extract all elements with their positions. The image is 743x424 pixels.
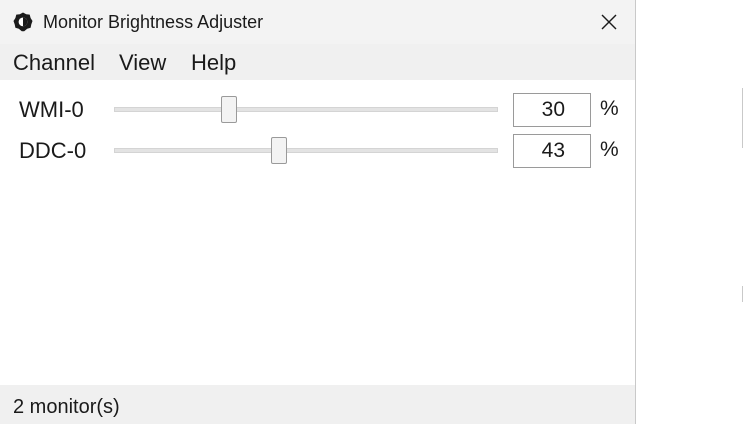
status-bar: 2 monitor(s) (0, 385, 635, 424)
brightness-gear-icon (13, 12, 33, 32)
brightness-value-input[interactable] (513, 93, 591, 127)
channel-label: DDC-0 (19, 138, 87, 163)
brightness-value-input[interactable] (513, 134, 591, 168)
menu-channel[interactable]: Channel (13, 51, 95, 75)
channel-row-ddc-0: DDC-0 % (0, 134, 635, 168)
channel-row-wmi-0: WMI-0 % (0, 93, 635, 127)
close-button[interactable] (585, 6, 631, 38)
title-bar[interactable]: Monitor Brightness Adjuster (0, 0, 635, 44)
close-icon (601, 14, 617, 30)
channel-label: WMI-0 (19, 97, 84, 122)
slider-track[interactable] (114, 107, 498, 112)
brightness-slider[interactable] (114, 134, 498, 168)
brightness-slider[interactable] (114, 93, 498, 127)
percent-unit-label: % (600, 97, 619, 120)
menu-help[interactable]: Help (191, 51, 236, 75)
slider-track[interactable] (114, 148, 498, 153)
monitor-count-status: 2 monitor(s) (13, 396, 120, 418)
menu-bar: Channel View Help (0, 44, 635, 80)
slider-thumb[interactable] (271, 137, 287, 164)
window-title: Monitor Brightness Adjuster (43, 12, 264, 32)
percent-unit-label: % (600, 138, 619, 161)
slider-thumb[interactable] (221, 96, 237, 123)
menu-view[interactable]: View (119, 51, 166, 75)
app-window: Monitor Brightness Adjuster Channel View… (0, 0, 636, 424)
